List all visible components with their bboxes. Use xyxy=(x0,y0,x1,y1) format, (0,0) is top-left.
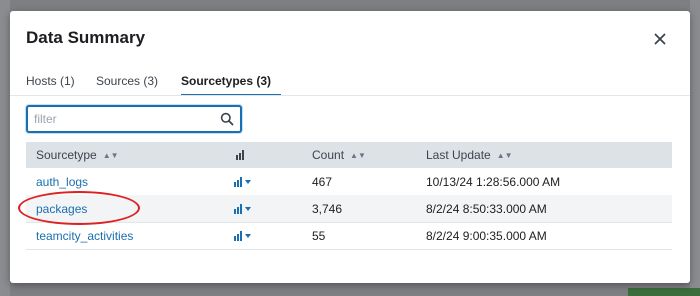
bar-chart-icon[interactable] xyxy=(234,177,254,187)
column-header-label: Last Update xyxy=(426,148,491,162)
data-summary-modal: Data Summary Hosts (1) Sources (3) Sourc… xyxy=(10,11,690,283)
column-header-label: Count xyxy=(312,148,345,162)
last-update-cell: 10/13/24 1:28:56.000 AM xyxy=(426,175,561,189)
last-update-cell: 8/2/24 8:50:33.000 AM xyxy=(426,202,547,216)
table-row: teamcity_activities 55 8/2/24 9:00:35.00… xyxy=(26,222,672,250)
bar-chart-icon[interactable] xyxy=(234,204,254,214)
filter-input[interactable] xyxy=(34,110,214,128)
table-row: packages 3,746 8/2/24 8:50:33.000 AM xyxy=(18,191,672,225)
sourcetype-link[interactable]: teamcity_activities xyxy=(36,229,133,243)
count-cell: 3,746 xyxy=(312,202,343,216)
bar-chart-icon xyxy=(236,150,244,160)
sort-icon[interactable]: ▲▼ xyxy=(350,151,366,160)
close-icon[interactable] xyxy=(652,31,668,47)
tab-sourcetypes[interactable]: Sourcetypes (3) xyxy=(181,74,271,88)
modal-title: Data Summary xyxy=(26,28,146,47)
background-bottom-button xyxy=(628,288,700,296)
search-icon[interactable] xyxy=(220,112,234,126)
background-left-strip xyxy=(0,0,10,296)
sort-icon[interactable]: ▲▼ xyxy=(103,151,119,160)
tab-divider xyxy=(10,95,690,96)
sourcetype-link[interactable]: auth_logs xyxy=(36,175,88,189)
sourcetype-link[interactable]: packages xyxy=(36,202,87,216)
column-header-label: Sourcetype xyxy=(36,148,97,162)
count-cell: 55 xyxy=(312,229,326,243)
count-cell: 467 xyxy=(312,175,333,189)
column-header-sourcetype[interactable]: Sourcetype ▲▼ xyxy=(36,148,119,162)
tab-sources[interactable]: Sources (3) xyxy=(96,74,158,88)
filter-box xyxy=(26,105,242,133)
last-update-cell: 8/2/24 9:00:35.000 AM xyxy=(426,229,547,243)
background-right-strip xyxy=(690,0,700,296)
table-row: auth_logs 467 10/13/24 1:28:56.000 AM xyxy=(26,168,672,196)
tab-hosts[interactable]: Hosts (1) xyxy=(26,74,75,88)
bar-chart-icon[interactable] xyxy=(234,231,254,241)
table-header: Sourcetype ▲▼ Count ▲▼ Last Update ▲▼ xyxy=(26,142,672,168)
column-header-count: Count ▲▼ xyxy=(312,148,366,162)
sort-icon[interactable]: ▲▼ xyxy=(497,151,513,160)
column-header-last-update[interactable]: Last Update ▲▼ xyxy=(426,148,513,162)
